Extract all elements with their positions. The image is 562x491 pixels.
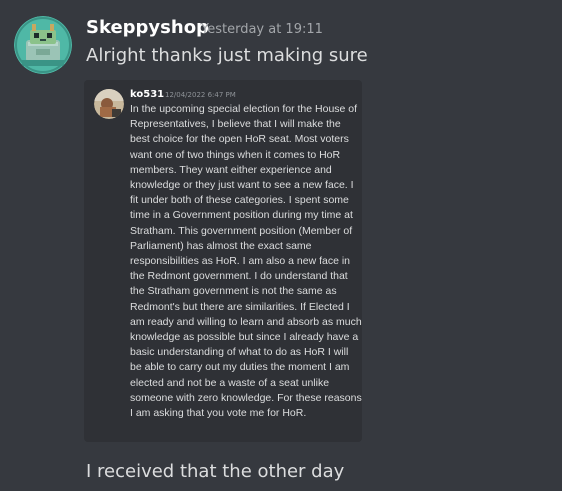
embed-body-text: In the upcoming special election for the… (130, 103, 362, 420)
message-text: Alright thanks just making sure (86, 45, 368, 66)
embed-author: ko531 (130, 89, 165, 100)
embed-timestamp: 12/04/2022 6:47 PM (165, 91, 236, 99)
robot-avatar-icon[interactable] (14, 16, 72, 74)
message-embed: ko531 12/04/2022 6:47 PM In the upcoming… (84, 80, 362, 442)
message-author[interactable]: Skeppyshop (86, 17, 209, 38)
message-text: I received that the other day (86, 461, 345, 482)
message-timestamp: Yesterday at 19:11 (201, 22, 323, 37)
chat-view: Skeppyshop Yesterday at 19:11 Alright th… (0, 0, 562, 491)
user-photo-avatar-icon (94, 89, 124, 119)
